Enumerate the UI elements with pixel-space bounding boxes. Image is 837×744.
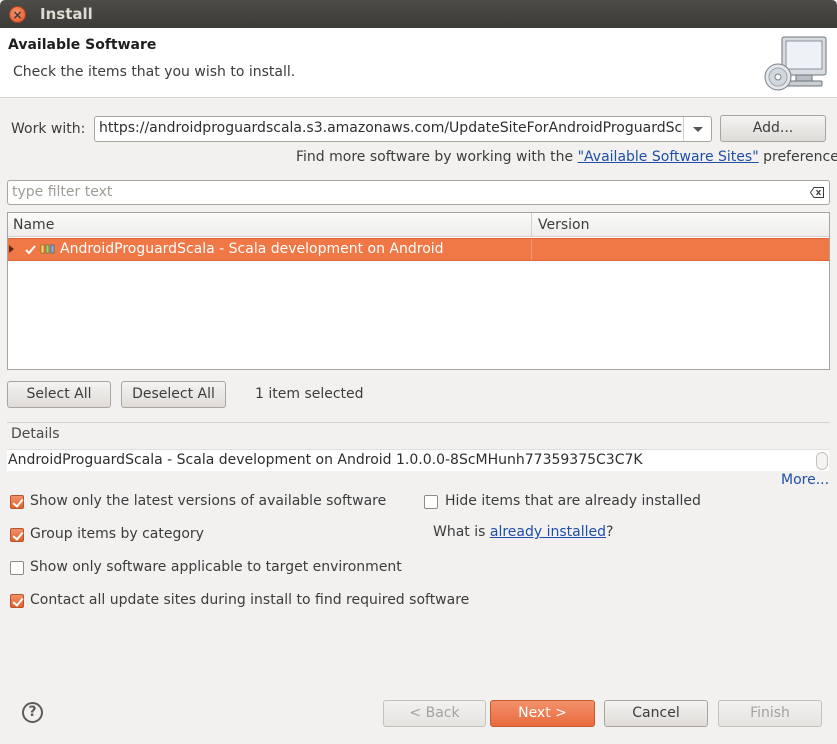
already-installed-link[interactable]: already installed (490, 524, 606, 540)
latest-versions-label: Show only the latest versions of availab… (30, 493, 387, 509)
chevron-down-icon[interactable] (683, 117, 711, 141)
latest-versions-checkbox[interactable] (10, 495, 24, 509)
deselect-all-button[interactable]: Deselect All (121, 381, 226, 408)
close-icon[interactable]: × (9, 6, 26, 23)
filter-input[interactable]: type filter text (12, 184, 112, 200)
filter-field[interactable]: type filter text (7, 180, 830, 205)
contact-sites-label: Contact all update sites during install … (30, 592, 470, 608)
find-more-prefix: Find more software by working with the (296, 149, 578, 165)
more-link[interactable]: More... (781, 472, 829, 488)
column-divider (531, 239, 532, 260)
column-header-name[interactable]: Name (13, 217, 54, 233)
page-description: Check the items that you wish to install… (13, 64, 296, 80)
help-icon[interactable]: ? (22, 702, 43, 723)
page-title: Available Software (8, 37, 157, 53)
what-is-suffix: ? (606, 524, 614, 540)
category-icon (40, 244, 55, 254)
work-with-input[interactable]: https://androidproguardscala.s3.amazonaw… (99, 120, 684, 136)
table-header: Name Version (8, 213, 829, 237)
what-is-prefix: What is (433, 524, 490, 540)
contact-sites-checkbox[interactable] (10, 594, 24, 608)
hide-installed-checkbox[interactable] (424, 495, 438, 509)
row-checkbox[interactable] (24, 243, 37, 256)
checkmark-icon (25, 245, 36, 255)
work-with-label: Work with: (11, 121, 86, 137)
hide-installed-label: Hide items that are already installed (445, 493, 701, 509)
details-group: Details AndroidProguardScala - Scala dev… (7, 422, 830, 488)
computer-cd-icon (764, 36, 827, 91)
details-text: AndroidProguardScala - Scala development… (8, 452, 643, 468)
clear-filter-icon[interactable] (810, 187, 824, 198)
next-button[interactable]: Next > (490, 700, 595, 727)
target-env-label: Show only software applicable to target … (30, 559, 402, 575)
row-name: AndroidProguardScala - Scala development… (60, 241, 444, 257)
work-with-combo[interactable]: https://androidproguardscala.s3.amazonaw… (94, 116, 712, 142)
wizard-header: Available Software Check the items that … (0, 28, 837, 98)
what-is-installed-text: What is already installed? (433, 524, 613, 540)
table-row[interactable]: AndroidProguardScala - Scala development… (8, 238, 829, 261)
cancel-button[interactable]: Cancel (604, 700, 708, 727)
window-title: Install (40, 5, 93, 23)
column-header-version[interactable]: Version (538, 217, 589, 233)
add-site-button[interactable]: Add... (720, 115, 826, 142)
select-all-button[interactable]: Select All (7, 381, 111, 408)
available-sites-link[interactable]: "Available Software Sites" (578, 149, 759, 165)
finish-button[interactable]: Finish (718, 700, 822, 727)
expand-arrow-icon[interactable] (9, 245, 14, 253)
back-button[interactable]: < Back (383, 700, 486, 727)
details-label: Details (11, 426, 60, 442)
software-table: Name Version AndroidProguardScala - Scal… (7, 212, 830, 370)
group-by-category-checkbox[interactable] (10, 528, 24, 542)
details-text-area[interactable]: AndroidProguardScala - Scala development… (7, 449, 829, 471)
title-bar: × Install (0, 0, 837, 28)
selection-count: 1 item selected (255, 386, 364, 402)
column-divider (531, 213, 532, 237)
target-env-checkbox[interactable] (10, 561, 24, 575)
find-more-suffix: preferences. (763, 149, 837, 165)
find-more-text: Find more software by working with the "… (296, 149, 837, 165)
details-scrollbar[interactable] (816, 452, 828, 470)
group-by-category-label: Group items by category (30, 526, 204, 542)
